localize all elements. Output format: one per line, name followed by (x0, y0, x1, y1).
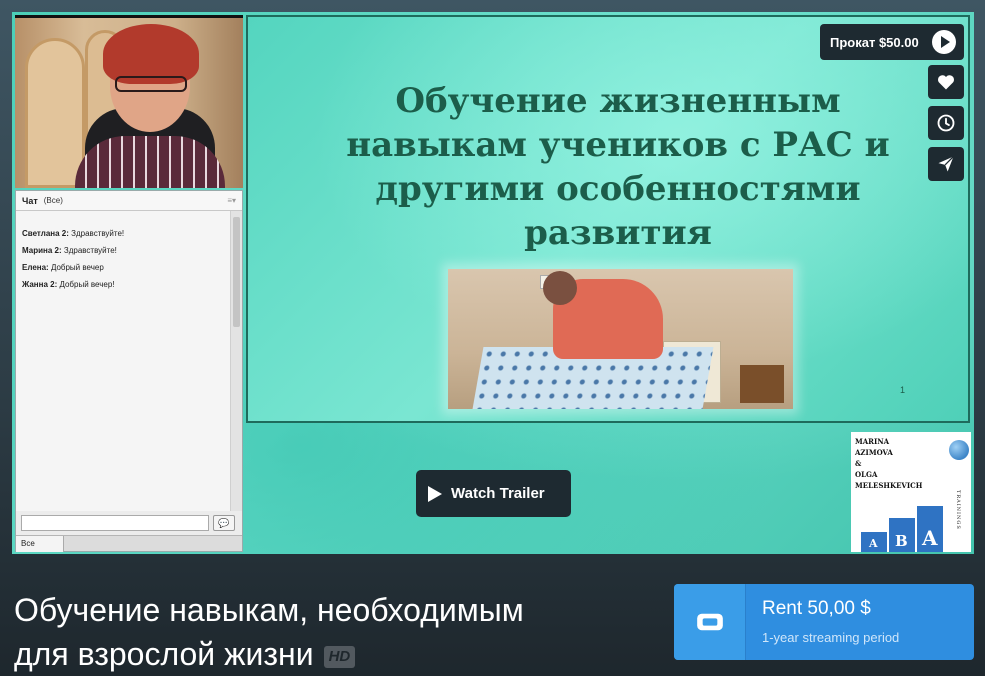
presenter-body (75, 136, 225, 188)
film-title: Обучение навыкам, необходимым для взросл… (14, 588, 634, 676)
ticket-icon (696, 613, 723, 631)
rent-button[interactable]: Rent 50,00 $ 1-year streaming period (674, 584, 974, 660)
rent-price-button[interactable]: Прокат $50.00 (820, 24, 964, 60)
slide-number: 1 (900, 385, 906, 395)
chat-footer: Все (16, 535, 242, 552)
logo-letter: B (895, 532, 908, 550)
chat-scope: (Все) (43, 196, 63, 205)
presentation-slide: Обучение жизненным навыкам учеников с РА… (246, 15, 970, 423)
chat-input (21, 515, 209, 531)
film-title-line: для взрослой жизни (14, 636, 314, 672)
clock-icon (937, 114, 955, 132)
chat-send-icon: 💬 (213, 515, 235, 531)
photo-box (740, 365, 784, 403)
chat-message: Марина 2: Здравствуйте! (22, 242, 226, 259)
rent-period: 1-year streaming period (762, 630, 900, 645)
logo-vertical-text: TRAININGS (955, 490, 961, 530)
heart-icon (937, 75, 955, 90)
background-cabinet (25, 38, 85, 188)
chat-message: Елена: Добрый вечер (22, 259, 226, 276)
chat-text: Здравствуйте! (61, 246, 117, 255)
chat-text: Добрый вечер! (57, 280, 115, 289)
chat-author: Светлана 2: (22, 229, 69, 238)
slide-title-line: развития (524, 213, 712, 253)
play-icon (428, 485, 442, 502)
rent-label: Rent 50,00 $ (762, 598, 871, 619)
logo-authors: MARINA AZIMOVA & OLGA MELESHKEVICH (855, 437, 923, 490)
slide-title-line: навыкам учеников с РАС и (346, 125, 890, 165)
film-title-line: Обучение навыкам, необходимым (14, 592, 524, 628)
aba-trainings-logo: MARINA AZIMOVA & OLGA MELESHKEVICH TRAIN… (851, 432, 971, 552)
logo-letter: A (922, 526, 938, 550)
chat-panel: Чат (Все) ≡▾ Светлана 2: Здравствуйте! М… (15, 190, 243, 552)
slide-photo (448, 269, 793, 409)
chat-footer-scope: Все (16, 535, 64, 552)
webcam-feed (15, 15, 243, 188)
chat-messages: Светлана 2: Здравствуйте! Марина 2: Здра… (16, 211, 230, 511)
slide-title-line: другими особенностями (375, 169, 861, 209)
watch-trailer-label: Watch Trailer (451, 485, 545, 502)
slide-title: Обучение жизненным навыкам учеников с РА… (308, 79, 928, 255)
chat-title: Чат (22, 195, 38, 206)
watch-later-button[interactable] (928, 106, 964, 140)
chat-message: Жанна 2: Добрый вечер! (22, 276, 226, 293)
rent-price-label: Прокат $50.00 (830, 34, 919, 50)
presenter-hair (103, 24, 199, 84)
ticket-icon-area (674, 584, 746, 660)
chat-header: Чат (Все) ≡▾ (16, 191, 242, 211)
chat-input-row: 💬 (16, 511, 242, 535)
presenter-glasses (115, 76, 187, 92)
chat-text: Добрый вечер (48, 263, 104, 272)
play-icon (932, 30, 956, 54)
photo-person-head (543, 271, 577, 305)
chat-author: Жанна 2: (22, 280, 58, 289)
watch-trailer-button[interactable]: Watch Trailer (416, 470, 571, 517)
chat-author: Марина 2: (22, 246, 62, 255)
chat-scrollbar (230, 211, 242, 511)
like-button[interactable] (928, 65, 964, 99)
globe-icon (949, 440, 969, 460)
chat-message: Светлана 2: Здравствуйте! (22, 225, 226, 242)
send-icon (938, 156, 954, 172)
slide-title-line: Обучение жизненным (395, 81, 841, 121)
share-button[interactable] (928, 147, 964, 181)
chat-text: Здравствуйте! (68, 229, 125, 238)
hd-badge: HD (323, 645, 356, 668)
chat-menu-icon: ≡▾ (227, 196, 236, 205)
chat-scroll-thumb (233, 217, 240, 327)
logo-letter: A (869, 537, 878, 550)
chat-author: Елена: (22, 263, 49, 272)
